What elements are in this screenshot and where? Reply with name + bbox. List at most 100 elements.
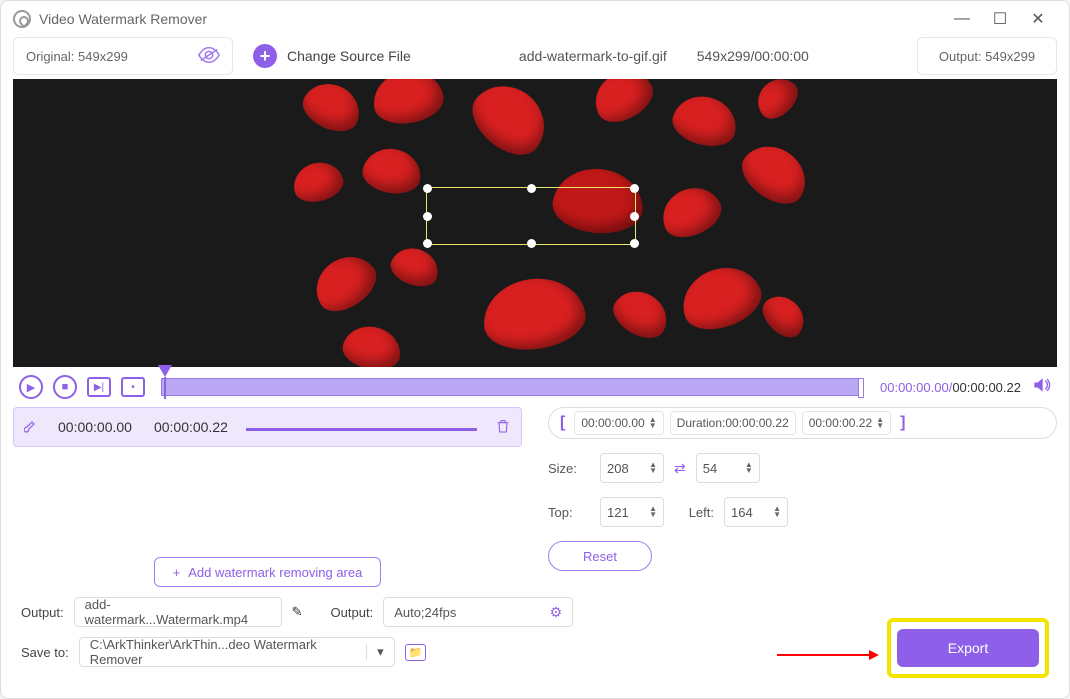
delete-segment-button[interactable]	[495, 417, 511, 438]
export-highlight: Export	[887, 618, 1049, 678]
change-source-label: Change Source File	[287, 48, 411, 64]
volume-icon[interactable]	[1031, 375, 1051, 400]
segment-bar[interactable]	[246, 428, 477, 431]
top-field[interactable]: 121 ▲▼	[600, 497, 664, 527]
petal-decor	[668, 90, 742, 153]
resize-handle[interactable]	[630, 184, 639, 193]
time-current: 00:00:00.00	[880, 380, 949, 395]
spinner-icon[interactable]: ▲▼	[649, 462, 657, 474]
height-value: 54	[703, 461, 717, 476]
petal-decor	[756, 288, 813, 345]
play-button[interactable]: ▶	[19, 375, 43, 399]
chevron-down-icon[interactable]: ▾	[366, 644, 384, 660]
close-button[interactable]: ✕	[1019, 4, 1057, 34]
preview-eye-icon[interactable]	[198, 47, 220, 66]
app-title: Video Watermark Remover	[39, 11, 207, 27]
time-readout: 00:00:00.00/00:00:00.22	[880, 380, 1021, 395]
minimize-button[interactable]: —	[943, 4, 981, 34]
app-logo	[13, 10, 31, 28]
output-format-field[interactable]: Auto;24fps ⚙	[383, 597, 573, 627]
export-label: Export	[948, 640, 988, 656]
original-dimensions-label: Original: 549x299	[26, 49, 128, 64]
petal-decor	[733, 134, 817, 214]
parameters-panel: [ 00:00:00.00 ▲▼ Duration:00:00:00.22 00…	[538, 407, 1057, 587]
spinner-icon[interactable]: ▲▼	[649, 417, 657, 429]
petal-decor	[305, 245, 385, 321]
step-forward-button[interactable]: ▶|	[87, 377, 111, 397]
saveto-path-field[interactable]: C:\ArkThinker\ArkThin...deo Watermark Re…	[79, 637, 395, 667]
range-start-bracket[interactable]: [	[557, 414, 568, 432]
selection-rectangle[interactable]	[426, 187, 636, 245]
add-watermark-area-button[interactable]: + Add watermark removing area	[154, 557, 382, 587]
source-dims-time: 549x299/00:00:00	[697, 48, 809, 64]
left-label: Left:	[674, 505, 714, 520]
export-button[interactable]: Export	[897, 629, 1039, 667]
output-filename-field[interactable]: add-watermark...Watermark.mp4	[74, 597, 282, 627]
resize-handle[interactable]	[527, 239, 536, 248]
range-start-value: 00:00:00.00	[581, 416, 644, 430]
resize-handle[interactable]	[527, 184, 536, 193]
source-filename: add-watermark-to-gif.gif	[519, 48, 667, 64]
output-file-label: Output:	[21, 605, 64, 620]
range-end-value: 00:00:00.22	[809, 416, 872, 430]
saveto-label: Save to:	[21, 645, 69, 660]
segments-panel: 00:00:00.00 00:00:00.22 + Add watermark …	[13, 407, 522, 587]
playhead-line	[164, 377, 166, 399]
maximize-button[interactable]: ☐	[981, 4, 1019, 34]
spinner-icon[interactable]: ▲▼	[773, 506, 781, 518]
spinner-icon[interactable]: ▲▼	[649, 506, 657, 518]
top-label: Top:	[548, 505, 590, 520]
original-dimensions-box: Original: 549x299	[13, 37, 233, 75]
petal-decor	[360, 144, 425, 197]
left-value: 164	[731, 505, 753, 520]
edit-output-icon[interactable]: ✎	[292, 604, 303, 620]
playhead-icon[interactable]	[158, 365, 172, 377]
petal-decor	[606, 282, 675, 346]
stop-button[interactable]: ■	[53, 375, 77, 399]
output-dimensions-label: Output: 549x299	[939, 49, 1035, 64]
plus-icon: +	[253, 44, 277, 68]
range-end-field[interactable]: 00:00:00.22 ▲▼	[802, 411, 891, 435]
browse-folder-icon[interactable]: 📁	[405, 644, 427, 661]
output-dimensions-box: Output: 549x299	[917, 37, 1057, 75]
petal-decor	[296, 79, 367, 139]
spinner-icon[interactable]: ▲▼	[876, 417, 884, 429]
height-field[interactable]: 54 ▲▼	[696, 453, 760, 483]
width-value: 208	[607, 461, 629, 476]
top-value: 121	[607, 505, 629, 520]
petal-decor	[479, 272, 590, 356]
reset-button[interactable]: Reset	[548, 541, 652, 571]
brush-icon	[24, 418, 40, 437]
timeline-end-handle[interactable]	[858, 378, 864, 398]
left-field[interactable]: 164 ▲▼	[724, 497, 788, 527]
range-row: [ 00:00:00.00 ▲▼ Duration:00:00:00.22 00…	[548, 407, 1057, 439]
resize-handle[interactable]	[423, 212, 432, 221]
segment-start: 00:00:00.00	[58, 419, 132, 435]
segment-row[interactable]: 00:00:00.00 00:00:00.22	[13, 407, 522, 447]
titlebar: Video Watermark Remover — ☐ ✕	[1, 1, 1069, 37]
range-duration-value: Duration:00:00:00.22	[677, 416, 789, 430]
petal-decor	[386, 242, 443, 292]
annotation-arrow	[777, 654, 877, 656]
set-mark-button[interactable]: •	[121, 377, 145, 397]
resize-handle[interactable]	[423, 239, 432, 248]
link-aspect-icon[interactable]: ⇄	[674, 460, 686, 477]
resize-handle[interactable]	[423, 184, 432, 193]
change-source-button[interactable]: + Change Source File	[253, 44, 411, 68]
timeline-scrubber[interactable]	[161, 378, 864, 396]
spinner-icon[interactable]: ▲▼	[745, 462, 753, 474]
add-area-label: Add watermark removing area	[188, 565, 362, 580]
petal-decor	[749, 79, 804, 126]
range-end-bracket[interactable]: ]	[897, 414, 908, 432]
video-preview[interactable]	[13, 79, 1057, 367]
output-format-value: Auto;24fps	[394, 605, 456, 620]
range-start-field[interactable]: 00:00:00.00 ▲▼	[574, 411, 663, 435]
gear-icon[interactable]: ⚙	[550, 604, 563, 621]
resize-handle[interactable]	[630, 239, 639, 248]
output-filename-value: add-watermark...Watermark.mp4	[85, 597, 271, 627]
transport-bar: ▶ ■ ▶| • 00:00:00.00/00:00:00.22	[1, 367, 1069, 407]
resize-handle[interactable]	[630, 212, 639, 221]
petal-decor	[673, 257, 768, 339]
width-field[interactable]: 208 ▲▼	[600, 453, 664, 483]
range-duration-field[interactable]: Duration:00:00:00.22	[670, 411, 796, 435]
